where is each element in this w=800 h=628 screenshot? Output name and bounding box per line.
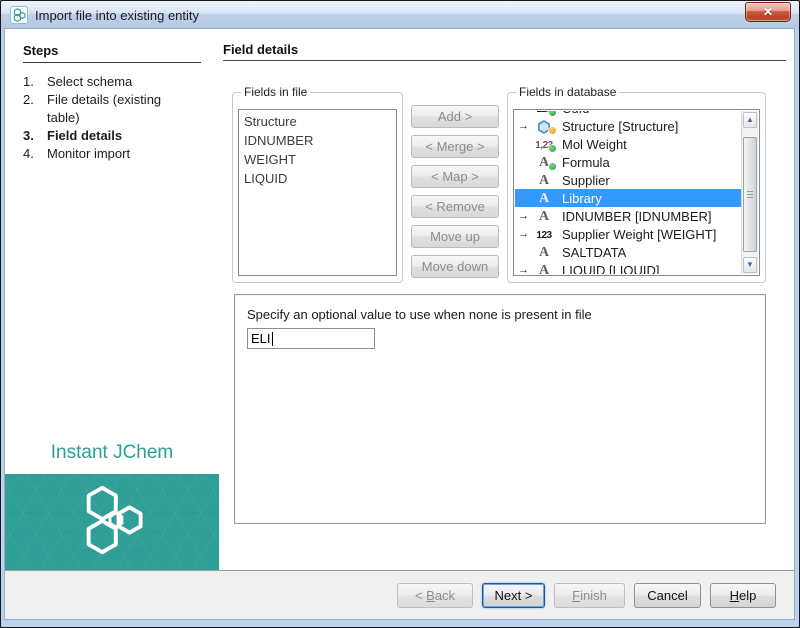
wizard-button-bar: < Back Next > Finish Cancel Help: [5, 570, 794, 619]
structure-field-icon: [530, 118, 558, 134]
steps-header: Steps: [23, 43, 201, 63]
add-button[interactable]: Add >: [411, 105, 499, 128]
mapped-arrow-icon: →: [517, 264, 530, 274]
text-field-icon: A: [530, 208, 558, 224]
list-item[interactable]: IDNUMBER: [239, 131, 396, 150]
scrollbar-thumb[interactable]: [743, 137, 757, 252]
brand-panel: [5, 474, 219, 570]
text-field-icon: A: [530, 262, 558, 274]
db-field-row-formula[interactable]: A Formula: [515, 153, 744, 171]
mapped-arrow-icon: →: [517, 120, 530, 132]
fields-in-file-label: Fields in file: [241, 85, 310, 99]
finish-button[interactable]: Finish: [554, 583, 625, 608]
close-button[interactable]: ✕: [745, 2, 791, 22]
brand-wordmark: Instant JChem: [5, 442, 219, 464]
scroll-up-icon[interactable]: ▲: [743, 112, 757, 128]
text-field-icon: A: [530, 190, 558, 206]
vertical-scrollbar[interactable]: ▲ ▼: [741, 111, 758, 274]
indexed-badge-icon: [549, 163, 556, 170]
text-field-icon: A: [530, 172, 558, 188]
list-item[interactable]: WEIGHT: [239, 150, 396, 169]
optional-value-box: Specify an optional value to use when no…: [234, 294, 766, 524]
import-wizard-dialog: Import file into existing entity ✕ Steps…: [0, 0, 800, 628]
map-button[interactable]: < Map >: [411, 165, 499, 188]
db-field-row-saltdata[interactable]: A SALTDATA: [515, 243, 744, 261]
scroll-down-icon[interactable]: ▼: [743, 257, 757, 273]
list-item[interactable]: LIQUID: [239, 169, 396, 188]
move-down-button[interactable]: Move down: [411, 255, 499, 278]
help-button[interactable]: Help: [710, 583, 776, 608]
back-button[interactable]: < Back: [397, 583, 473, 608]
list-item[interactable]: Structure: [239, 110, 396, 131]
merge-button[interactable]: < Merge >: [411, 135, 499, 158]
text-caret: [272, 332, 273, 346]
next-button[interactable]: Next >: [482, 583, 545, 608]
warning-badge-icon: [549, 127, 556, 134]
step-select-schema: 1. Select schema: [23, 73, 203, 91]
indexed-badge-icon: [549, 145, 556, 152]
decimal-field-icon: 1,23: [530, 136, 558, 152]
remove-button[interactable]: < Remove: [411, 195, 499, 218]
fields-in-database-group: Fields in database 123 CdId →: [507, 92, 766, 283]
fields-in-database-label: Fields in database: [516, 85, 619, 99]
db-field-row-liquid[interactable]: → A LIQUID [LIQUID]: [515, 261, 744, 274]
text-field-icon: A: [530, 244, 558, 260]
db-field-row-idnumber[interactable]: → A IDNUMBER [IDNUMBER]: [515, 207, 744, 225]
window-title: Import file into existing entity: [35, 8, 199, 23]
mapped-arrow-icon: →: [517, 210, 530, 222]
field-details-panel: Field details Fields in file Structure I…: [219, 29, 794, 570]
page-title: Field details: [223, 42, 298, 57]
optional-value-label: Specify an optional value to use when no…: [247, 307, 592, 322]
move-up-button[interactable]: Move up: [411, 225, 499, 248]
text-field-icon: A: [530, 154, 558, 170]
app-icon: [10, 6, 28, 24]
mapped-arrow-icon: →: [517, 228, 530, 240]
step-monitor-import: 4. Monitor import: [23, 145, 203, 163]
integer-field-icon: 123: [530, 111, 558, 116]
fields-in-file-group: Fields in file Structure IDNUMBER WEIGHT…: [232, 92, 403, 283]
db-field-row-library-selected[interactable]: A Library: [515, 189, 744, 207]
db-field-row-supplier-weight[interactable]: → 123 Supplier Weight [WEIGHT]: [515, 225, 744, 243]
optional-value-input[interactable]: ELI: [247, 328, 375, 349]
header-divider: [223, 60, 786, 61]
fields-in-file-list[interactable]: Structure IDNUMBER WEIGHT LIQUID: [238, 109, 397, 276]
fields-in-database-list[interactable]: 123 CdId → Structure [Structure]: [513, 109, 760, 276]
integer-field-icon: 123: [530, 226, 558, 242]
step-field-details-current: 3. Field details: [23, 127, 203, 145]
step-file-details: 2. File details (existing table): [23, 91, 203, 127]
db-field-row-mol-weight[interactable]: 1,23 Mol Weight: [515, 135, 744, 153]
db-field-row-structure[interactable]: → Structure [Structure]: [515, 117, 744, 135]
db-field-row-supplier[interactable]: A Supplier: [515, 171, 744, 189]
jchem-hexagons-logo-icon: [68, 479, 156, 566]
steps-list: 1. Select schema 2. File details (existi…: [23, 73, 203, 163]
title-bar[interactable]: Import file into existing entity ✕: [1, 1, 799, 29]
steps-sidebar: Steps 1. Select schema 2. File details (…: [5, 29, 219, 570]
cancel-button[interactable]: Cancel: [634, 583, 701, 608]
indexed-badge-icon: [549, 111, 556, 116]
